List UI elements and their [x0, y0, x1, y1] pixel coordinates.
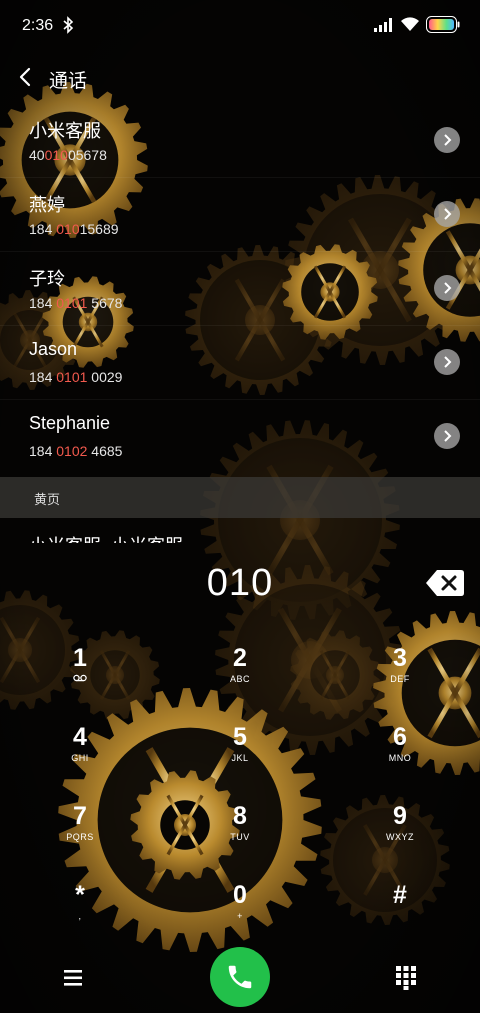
contact-name: 小米客服: [29, 121, 101, 141]
key-digit: 2: [233, 644, 247, 672]
keypad: 1 2 ABC 3 DEF 4 GHI 5 JKL 6 MNO 7 PQRS 8…: [0, 636, 480, 956]
key-7[interactable]: 7 PQRS: [30, 802, 130, 866]
key-digit: #: [393, 881, 407, 909]
chevron-right-icon: [444, 208, 452, 220]
voicemail-icon: [30, 673, 130, 685]
key-2[interactable]: 2 ABC: [190, 644, 290, 708]
phone-icon: [228, 965, 252, 989]
key-3[interactable]: 3 DEF: [350, 644, 450, 708]
key-letters: TUV: [230, 832, 250, 842]
key-digit: 3: [393, 644, 407, 672]
contact-number: 184 0101 0029: [29, 369, 123, 385]
chevron-right-icon: [444, 356, 452, 368]
menu-icon: [64, 970, 82, 986]
yellow-pages-item[interactable]: 小米客服 小米客服: [0, 518, 480, 543]
key-digit: 5: [233, 723, 247, 751]
contact-name: 燕婷: [29, 195, 65, 215]
header: 通话: [0, 58, 480, 98]
yellow-pages-item-name: 小米客服 小米客服: [29, 532, 183, 543]
key-9[interactable]: 9 WXYZ: [350, 802, 450, 866]
dialed-number[interactable]: 010: [0, 562, 480, 605]
menu-button[interactable]: [60, 966, 88, 990]
contact-detail-button[interactable]: [434, 127, 460, 153]
key-digit: 7: [73, 802, 87, 830]
chevron-left-icon: [19, 67, 31, 87]
key-letters: ABC: [229, 674, 250, 684]
key-digit: 0: [233, 881, 247, 909]
key-5[interactable]: 5 JKL: [190, 723, 290, 787]
chevron-right-icon: [444, 282, 452, 294]
contact-number: 184 0102 4685: [29, 443, 123, 459]
key-digit: 6: [393, 723, 407, 751]
wifi-icon: [401, 17, 419, 31]
contact-row[interactable]: 子玲 184 0101 5678: [0, 252, 480, 326]
backspace-icon: [426, 570, 464, 596]
keypad-toggle-button[interactable]: [394, 964, 418, 990]
dialpad-icon: [396, 966, 416, 990]
key-4[interactable]: 4 GHI: [30, 723, 130, 787]
key-digit: 4: [73, 723, 87, 751]
call-button[interactable]: [210, 947, 270, 1007]
section-label: 黄页: [34, 492, 61, 507]
signal-icon: [374, 18, 392, 32]
contact-number: 184 0101 5678: [29, 295, 123, 311]
key-letters: MNO: [388, 753, 412, 763]
key-digit: 9: [393, 802, 407, 830]
page-title: 通话: [49, 71, 88, 92]
contact-number: 184 01015689: [29, 221, 119, 237]
contact-row[interactable]: Stephanie 184 0102 4685: [0, 400, 480, 473]
key-star[interactable]: * ,: [30, 881, 130, 945]
key-6[interactable]: 6 MNO: [350, 723, 450, 787]
key-8[interactable]: 8 TUV: [190, 802, 290, 866]
key-letters: +: [237, 911, 243, 921]
contact-name: Jason: [29, 339, 78, 359]
backspace-button[interactable]: [425, 569, 465, 597]
back-button[interactable]: [14, 64, 38, 92]
key-letters: GHI: [71, 753, 89, 763]
key-hash[interactable]: #: [350, 881, 450, 945]
contact-row[interactable]: 小米客服 4001005678: [0, 104, 480, 178]
key-letters: PQRS: [66, 832, 94, 842]
chevron-right-icon: [444, 134, 452, 146]
contact-name: 子玲: [29, 269, 65, 289]
chevron-right-icon: [444, 430, 452, 442]
status-time: 2:36: [22, 17, 54, 34]
yellow-pages-section-header: 黄页: [0, 477, 480, 518]
contact-number: 4001005678: [29, 147, 107, 163]
contact-detail-button[interactable]: [434, 423, 460, 449]
key-digit: 8: [233, 802, 247, 830]
battery-icon: [426, 16, 460, 33]
contact-detail-button[interactable]: [434, 201, 460, 227]
status-bar: 2:36: [0, 0, 480, 52]
bottom-bar: [0, 944, 480, 1013]
contact-row[interactable]: Jason 184 0101 0029: [0, 326, 480, 400]
key-0[interactable]: 0 +: [190, 881, 290, 945]
key-digit: *: [75, 881, 85, 909]
key-letters: WXYZ: [386, 832, 414, 842]
key-1[interactable]: 1: [30, 644, 130, 708]
contact-row[interactable]: 燕婷 184 01015689: [0, 178, 480, 252]
key-letters: JKL: [231, 753, 249, 763]
contact-detail-button[interactable]: [434, 349, 460, 375]
contact-list: 小米客服 4001005678 燕婷 184 01015689 子玲 184 0…: [0, 104, 480, 473]
contact-detail-button[interactable]: [434, 275, 460, 301]
key-letters: ,: [78, 911, 82, 921]
key-letters: DEF: [390, 674, 410, 684]
contact-name: Stephanie: [29, 413, 111, 433]
dial-input: 010: [0, 560, 480, 610]
key-digit: 1: [73, 644, 87, 672]
bluetooth-icon: [63, 16, 74, 34]
